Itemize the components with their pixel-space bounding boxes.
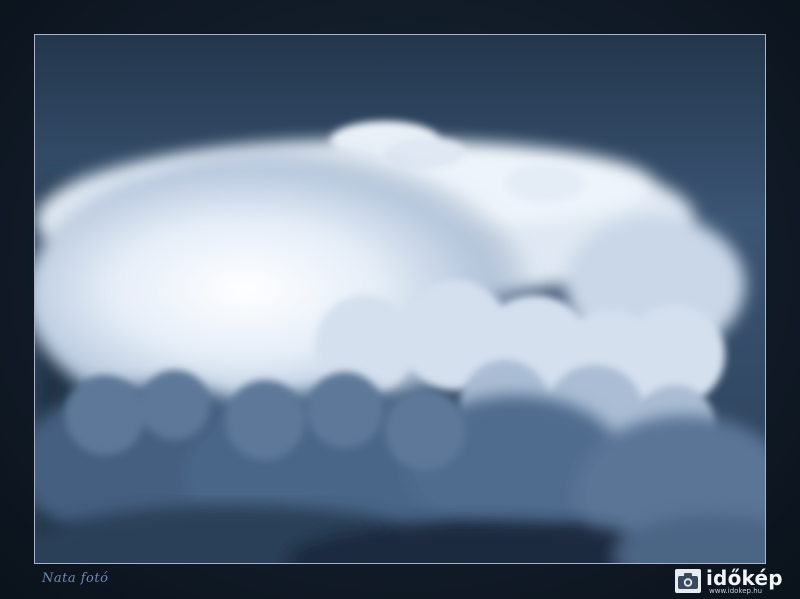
brand-url: www.idokep.hu <box>709 587 763 595</box>
cloud-photo <box>34 34 766 564</box>
camera-icon <box>675 569 701 593</box>
cloud-image <box>35 35 765 563</box>
brand-logo[interactable]: időkép www.idokep.hu <box>675 566 795 595</box>
photo-frame <box>0 0 800 599</box>
photographer-signature: Nata fotó <box>42 571 109 586</box>
